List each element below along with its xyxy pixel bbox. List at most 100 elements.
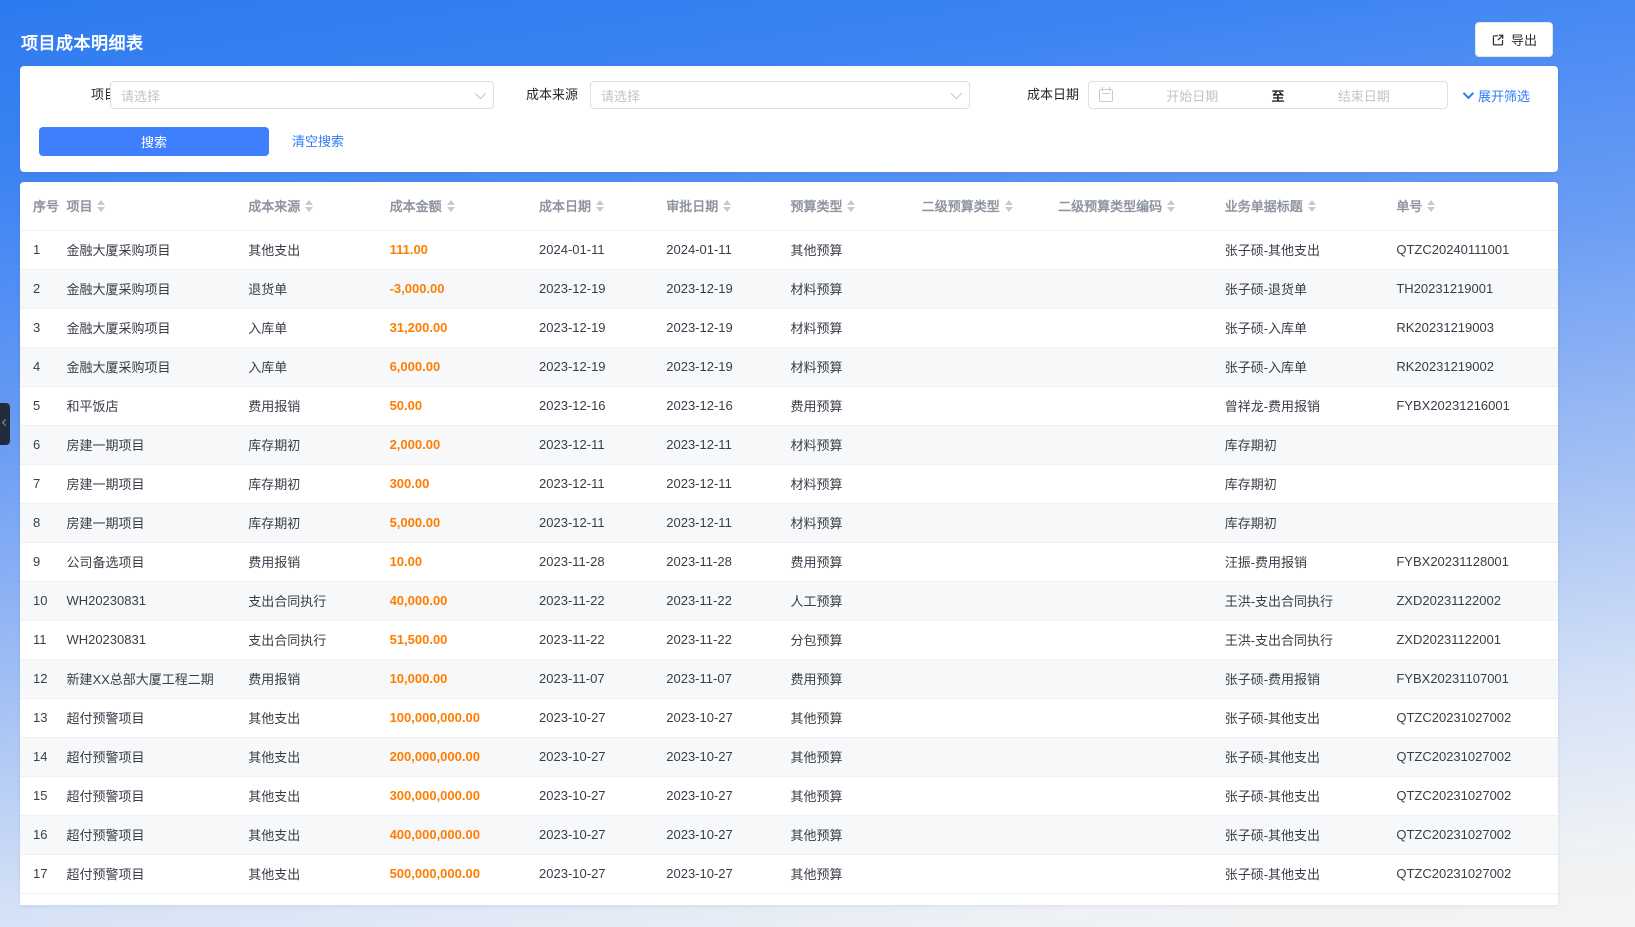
table-cell-source: 其他支出	[248, 854, 389, 893]
table-column-header[interactable]: 审批日期	[666, 182, 790, 230]
table-cell-amount: 2,000.00	[390, 425, 539, 464]
table-cell-approval-date: 2023-12-19	[666, 269, 790, 308]
table-cell-budget-type: 材料预算	[790, 269, 921, 308]
table-cell-index: 12	[20, 659, 66, 698]
table-cell-amount: 51,500.00	[390, 620, 539, 659]
table-cell-doc-title: 王洪-支出合同执行	[1225, 620, 1397, 659]
table-cell-approval-date: 2023-10-27	[666, 776, 790, 815]
table-cell-sub-budget-type	[922, 698, 1058, 737]
sort-caret-icon[interactable]	[1005, 200, 1013, 212]
table-cell-doc-no: TH20231219001	[1396, 269, 1558, 308]
table-cell-doc-no: QTZC20240111001	[1396, 230, 1558, 269]
table-cell-index: 5	[20, 386, 66, 425]
expand-filters-link[interactable]: 展开筛选	[1463, 81, 1530, 109]
table-cell-index: 3	[20, 308, 66, 347]
table-cell-index: 14	[20, 737, 66, 776]
column-header-label: 序号	[33, 196, 59, 215]
table-row: 17超付预警项目其他支出500,000,000.002023-10-272023…	[20, 854, 1558, 893]
filter-panel: 项目 请选择 成本来源 请选择 成本日期 开始日期 至 结束日期 展开筛选 搜索…	[20, 66, 1558, 172]
table-column-header[interactable]: 成本来源	[248, 182, 389, 230]
end-date-input[interactable]: 结束日期	[1291, 86, 1438, 105]
left-drawer-handle[interactable]	[0, 403, 10, 445]
sort-caret-icon[interactable]	[97, 200, 105, 212]
table-cell-source: 库存期初	[248, 425, 389, 464]
table-cell-doc-title: 张子硕-其他支出	[1225, 776, 1397, 815]
sort-caret-icon[interactable]	[596, 200, 604, 212]
table-column-header: 序号	[20, 182, 66, 230]
sort-caret-icon[interactable]	[847, 200, 855, 212]
column-header-label: 审批日期	[666, 196, 718, 215]
table-cell-cost-date: 2023-12-16	[539, 386, 666, 425]
table-cell-cost-date: 2024-01-11	[539, 230, 666, 269]
table-cell-approval-date: 2023-11-22	[666, 620, 790, 659]
table-cell-doc-no: ZXD20231122002	[1396, 581, 1558, 620]
table-cell-project: 金融大厦采购项目	[66, 230, 248, 269]
table-cell-doc-no	[1396, 503, 1558, 542]
export-button[interactable]: 导出	[1475, 22, 1553, 57]
table-cell-cost-date: 2023-12-11	[539, 503, 666, 542]
table-cell-source: 支出合同执行	[248, 581, 389, 620]
table-cell-cost-date: 2023-10-27	[539, 776, 666, 815]
table-cell-doc-no: QTZC20231027002	[1396, 698, 1558, 737]
table-cell-approval-date: 2023-11-28	[666, 542, 790, 581]
table-cell-sub-budget-code	[1058, 347, 1225, 386]
table-column-header[interactable]: 单号	[1396, 182, 1558, 230]
table-cell-doc-no: QTZC20231027002	[1396, 815, 1558, 854]
table-cell-budget-type: 材料预算	[790, 464, 921, 503]
cost-source-select[interactable]: 请选择	[590, 81, 970, 109]
table-cell-sub-budget-type	[922, 308, 1058, 347]
table-cell-amount: 50.00	[390, 386, 539, 425]
table-cell-source: 支出合同执行	[248, 620, 389, 659]
cost-date-range-picker[interactable]: 开始日期 至 结束日期	[1088, 81, 1448, 109]
table-cell-source: 其他支出	[248, 230, 389, 269]
table-cell-source: 费用报销	[248, 386, 389, 425]
table-cell-approval-date: 2023-12-16	[666, 386, 790, 425]
sort-caret-icon[interactable]	[447, 200, 455, 212]
start-date-input[interactable]: 开始日期	[1119, 86, 1266, 105]
filter-actions: 搜索 清空搜索	[20, 127, 1558, 156]
table-cell-sub-budget-type	[922, 386, 1058, 425]
table-cell-approval-date: 2023-10-27	[666, 698, 790, 737]
sort-caret-icon[interactable]	[305, 200, 313, 212]
table-cell-project: 超付预警项目	[66, 815, 248, 854]
table-cell-doc-no: QTZC20231027002	[1396, 854, 1558, 893]
table-column-header[interactable]: 成本金额	[390, 182, 539, 230]
table-cell-cost-date: 2023-10-27	[539, 854, 666, 893]
table-cell-index: 6	[20, 425, 66, 464]
table-column-header[interactable]: 项目	[66, 182, 248, 230]
project-select-placeholder: 请选择	[121, 86, 475, 105]
table-column-header[interactable]: 业务单据标题	[1225, 182, 1397, 230]
clear-search-link[interactable]: 清空搜索	[292, 127, 344, 156]
sort-caret-icon[interactable]	[723, 200, 731, 212]
export-button-label: 导出	[1511, 30, 1537, 49]
table-cell-project: 金融大厦采购项目	[66, 347, 248, 386]
table-cell-sub-budget-type	[922, 464, 1058, 503]
table-column-header[interactable]: 二级预算类型编码	[1058, 182, 1225, 230]
table-column-header[interactable]: 预算类型	[790, 182, 921, 230]
table-cell-index: 16	[20, 815, 66, 854]
search-button[interactable]: 搜索	[39, 127, 269, 156]
sort-caret-icon[interactable]	[1427, 200, 1435, 212]
column-header-label: 单号	[1396, 196, 1422, 215]
table-cell-doc-title: 汪振-费用报销	[1225, 542, 1397, 581]
table-cell-budget-type: 其他预算	[790, 854, 921, 893]
table-cell-project: 房建一期项目	[66, 503, 248, 542]
table-cell-doc-no: FYBX20231128001	[1396, 542, 1558, 581]
table-cell-cost-date: 2023-12-19	[539, 308, 666, 347]
table-column-header[interactable]: 二级预算类型	[922, 182, 1058, 230]
table-cell-index: 8	[20, 503, 66, 542]
table-cell-project: 金融大厦采购项目	[66, 308, 248, 347]
sort-caret-icon[interactable]	[1167, 200, 1175, 212]
table-row: 13超付预警项目其他支出100,000,000.002023-10-272023…	[20, 698, 1558, 737]
sort-caret-icon[interactable]	[1308, 200, 1316, 212]
table-cell-sub-budget-code	[1058, 542, 1225, 581]
table-cell-sub-budget-type	[922, 620, 1058, 659]
table-cell-source: 入库单	[248, 347, 389, 386]
table-cell-sub-budget-type	[922, 776, 1058, 815]
column-header-label: 成本金额	[390, 196, 442, 215]
table-cell-source: 费用报销	[248, 542, 389, 581]
project-select[interactable]: 请选择	[110, 81, 494, 109]
table-column-header[interactable]: 成本日期	[539, 182, 666, 230]
chevron-down-icon	[1463, 88, 1474, 99]
table-cell-approval-date: 2023-10-27	[666, 854, 790, 893]
